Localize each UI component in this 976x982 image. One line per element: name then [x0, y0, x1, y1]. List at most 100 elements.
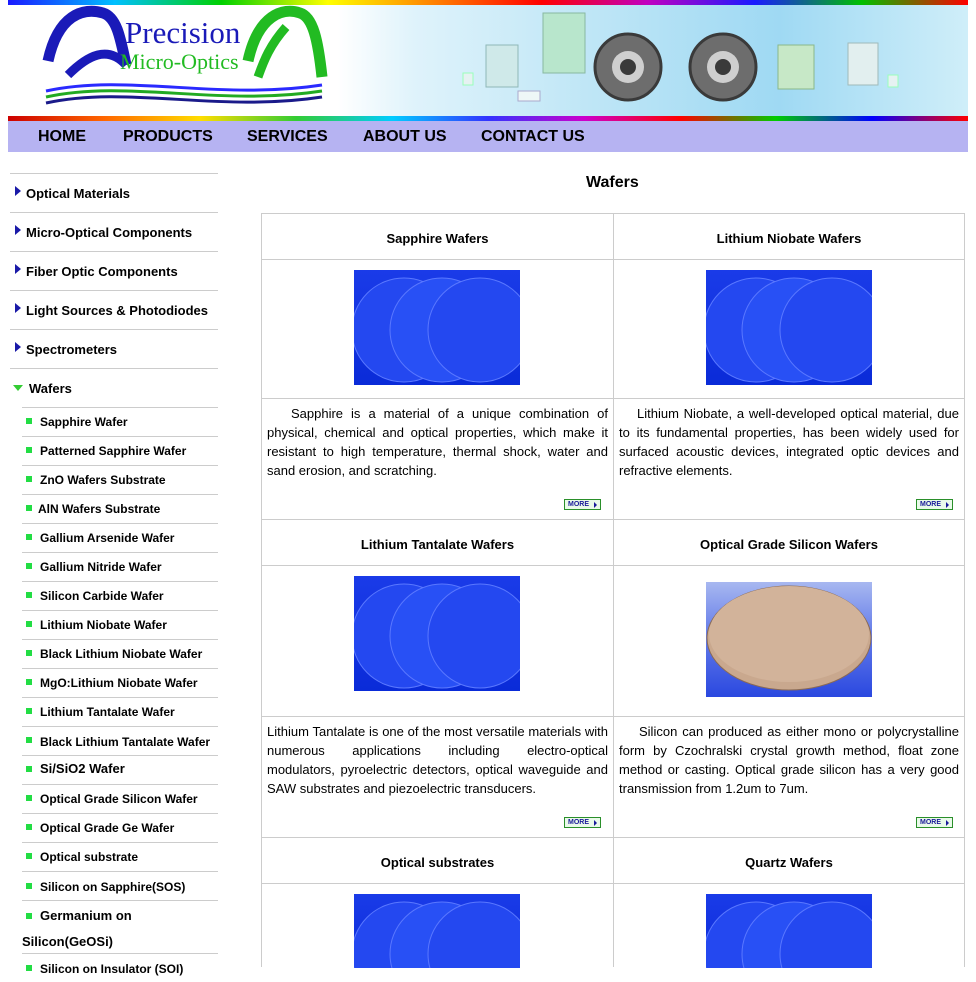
bullet-icon — [26, 824, 32, 830]
product-title[interactable]: Lithium Tantalate Wafers — [262, 520, 613, 552]
bullet-icon — [26, 913, 32, 919]
product-title[interactable]: Optical substrates — [262, 838, 613, 870]
sidebar-item-mgo-lithium-niobate-wafer[interactable]: MgO:Lithium Niobate Wafer — [22, 668, 218, 697]
product-desc-cell: Sapphire is a material of a unique combi… — [261, 398, 613, 520]
nav-services[interactable]: SERVICES — [247, 128, 328, 146]
bullet-icon — [26, 737, 32, 743]
sidebar-item-label: Patterned Sapphire Wafer — [40, 444, 187, 458]
more-button[interactable]: MORE — [916, 817, 953, 828]
chevron-right-icon — [15, 264, 21, 274]
sapphire-wafer-image[interactable] — [354, 270, 520, 385]
more-button[interactable]: MORE — [564, 817, 601, 828]
sidebar-item-label: Black Lithium Tantalate Wafer — [40, 735, 211, 749]
sidebar-item-gallium-nitride-wafer[interactable]: Gallium Nitride Wafer — [22, 552, 218, 581]
sidebar-item-black-lithium-tantalate-wafer[interactable]: Black Lithium Tantalate Wafer — [22, 726, 218, 755]
sidebar-item-lithium-tantalate-wafer[interactable]: Lithium Tantalate Wafer — [22, 697, 218, 726]
brand-name-line1: Precision — [125, 15, 241, 50]
sidebar-item-zno-wafers[interactable]: ZnO Wafers Substrate — [22, 465, 218, 494]
chevron-right-icon — [15, 342, 21, 352]
product-image-cell — [261, 259, 613, 399]
sidebar-category-spectrometers[interactable]: Spectrometers — [10, 329, 218, 368]
sidebar-item-patterned-sapphire-wafer[interactable]: Patterned Sapphire Wafer — [22, 436, 218, 465]
page-title: Wafers — [586, 174, 639, 191]
bullet-icon — [26, 708, 32, 714]
sidebar-item-label: Sapphire Wafer — [40, 415, 128, 429]
silicon-wafer-image[interactable] — [706, 582, 872, 697]
rainbow-stripe-top — [8, 0, 968, 5]
product-title[interactable]: Sapphire Wafers — [262, 214, 613, 246]
sidebar-category-light-sources[interactable]: Light Sources & Photodiodes — [10, 290, 218, 329]
product-title-cell: Lithium Niobate Wafers — [613, 213, 965, 260]
sidebar-menu: Optical Materials Micro-Optical Componen… — [10, 173, 218, 982]
sidebar-item-label: Silicon Carbide Wafer — [40, 589, 164, 603]
sidebar-item-silicon-carbide-wafer[interactable]: Silicon Carbide Wafer — [22, 581, 218, 610]
sidebar-item-label: Silicon on Sapphire(SOS) — [40, 880, 186, 894]
bullet-icon — [26, 476, 32, 482]
sidebar-category-label: Spectrometers — [26, 342, 118, 357]
chevron-right-icon — [15, 303, 21, 313]
sidebar-item-label: Optical Grade Ge Wafer — [40, 821, 175, 835]
nav-about-us[interactable]: ABOUT US — [363, 128, 447, 146]
sidebar-item-label: Optical Grade Silicon Wafer — [40, 792, 198, 806]
bullet-icon — [26, 592, 32, 598]
chevron-right-icon — [15, 186, 21, 196]
sidebar-category-fiber-optic-components[interactable]: Fiber Optic Components — [10, 251, 218, 290]
optical-substrate-image[interactable] — [354, 894, 520, 968]
bullet-icon — [26, 505, 32, 511]
sidebar-category-label: Fiber Optic Components — [26, 264, 178, 279]
sidebar-item-optical-substrate[interactable]: Optical substrate — [22, 842, 218, 871]
product-image-cell — [613, 883, 965, 968]
nav-contact-us[interactable]: CONTACT US — [481, 128, 585, 146]
sidebar-item-optical-grade-ge-wafer[interactable]: Optical Grade Ge Wafer — [22, 813, 218, 842]
product-title-cell: Quartz Wafers — [613, 837, 965, 884]
sidebar-item-black-lithium-niobate-wafer[interactable]: Black Lithium Niobate Wafer — [22, 639, 218, 668]
sidebar-item-aln-wafers[interactable]: AlN Wafers Substrate — [22, 494, 218, 523]
product-description: Sapphire is a material of a unique combi… — [267, 406, 608, 478]
bullet-icon — [26, 883, 32, 889]
sidebar-category-optical-materials[interactable]: Optical Materials — [10, 173, 218, 212]
quartz-wafer-image[interactable] — [706, 894, 872, 968]
header-banner: Precision Micro-Optics — [8, 0, 968, 121]
sidebar-item-label: Gallium Arsenide Wafer — [40, 531, 175, 545]
sidebar-item-sapphire-wafer[interactable]: Sapphire Wafer — [22, 407, 218, 436]
banner-product-image — [338, 5, 968, 116]
product-title-cell: Optical substrates — [261, 837, 613, 884]
sidebar-item-label: Si/SiO2 Wafer — [40, 761, 125, 776]
more-button[interactable]: MORE — [916, 499, 953, 510]
logo-area: Precision Micro-Optics — [8, 5, 388, 116]
sidebar-item-si-sio2-wafer[interactable]: Si/SiO2 Wafer — [22, 755, 218, 784]
sidebar-item-label: Silicon on Insulator (SOI) — [40, 962, 184, 976]
sidebar-category-wafers[interactable]: Wafers — [10, 368, 218, 407]
sidebar-item-label: Lithium Niobate Wafer — [40, 618, 167, 632]
bullet-icon — [26, 965, 32, 971]
sidebar-item-silicon-on-sapphire[interactable]: Silicon on Sapphire(SOS) — [22, 871, 218, 900]
bullet-icon — [26, 650, 32, 656]
product-desc-cell: Lithium Tantalate is one of the most ver… — [261, 716, 613, 838]
product-title[interactable]: Lithium Niobate Wafers — [614, 214, 964, 246]
product-title[interactable]: Quartz Wafers — [614, 838, 964, 870]
more-button[interactable]: MORE — [564, 499, 601, 510]
product-title-cell: Sapphire Wafers — [261, 213, 613, 260]
sidebar-item-lithium-niobate-wafer[interactable]: Lithium Niobate Wafer — [22, 610, 218, 639]
sidebar-item-silicon-on-insulator[interactable]: Silicon on Insulator (SOI) — [22, 953, 218, 982]
bullet-icon — [26, 621, 32, 627]
sidebar-item-optical-grade-silicon-wafer[interactable]: Optical Grade Silicon Wafer — [22, 784, 218, 813]
sidebar-category-micro-optical-components[interactable]: Micro-Optical Components — [10, 212, 218, 251]
brand-name-line2: Micro-Optics — [120, 49, 239, 74]
lithium-niobate-wafer-image[interactable] — [706, 270, 872, 385]
bullet-icon — [26, 418, 32, 424]
sidebar-item-label: AlN Wafers Substrate — [38, 502, 161, 516]
sidebar-category-label: Optical Materials — [26, 186, 131, 201]
bullet-icon — [26, 563, 32, 569]
nav-products[interactable]: PRODUCTS — [123, 128, 213, 146]
sidebar-item-germanium-on-silicon[interactable]: Germanium on Silicon(GeOSi) — [22, 900, 218, 953]
product-description: Lithium Tantalate is one of the most ver… — [267, 724, 608, 796]
sidebar-item-label-continued: Silicon(GeOSi) — [22, 934, 114, 949]
main-nav: HOME PRODUCTS SERVICES ABOUT US CONTACT … — [8, 121, 968, 152]
lithium-tantalate-wafer-image[interactable] — [354, 576, 520, 691]
bullet-icon — [26, 679, 32, 685]
sidebar-item-gallium-arsenide-wafer[interactable]: Gallium Arsenide Wafer — [22, 523, 218, 552]
nav-home[interactable]: HOME — [38, 128, 86, 146]
chevron-right-icon — [15, 225, 21, 235]
product-title[interactable]: Optical Grade Silicon Wafers — [614, 520, 964, 552]
